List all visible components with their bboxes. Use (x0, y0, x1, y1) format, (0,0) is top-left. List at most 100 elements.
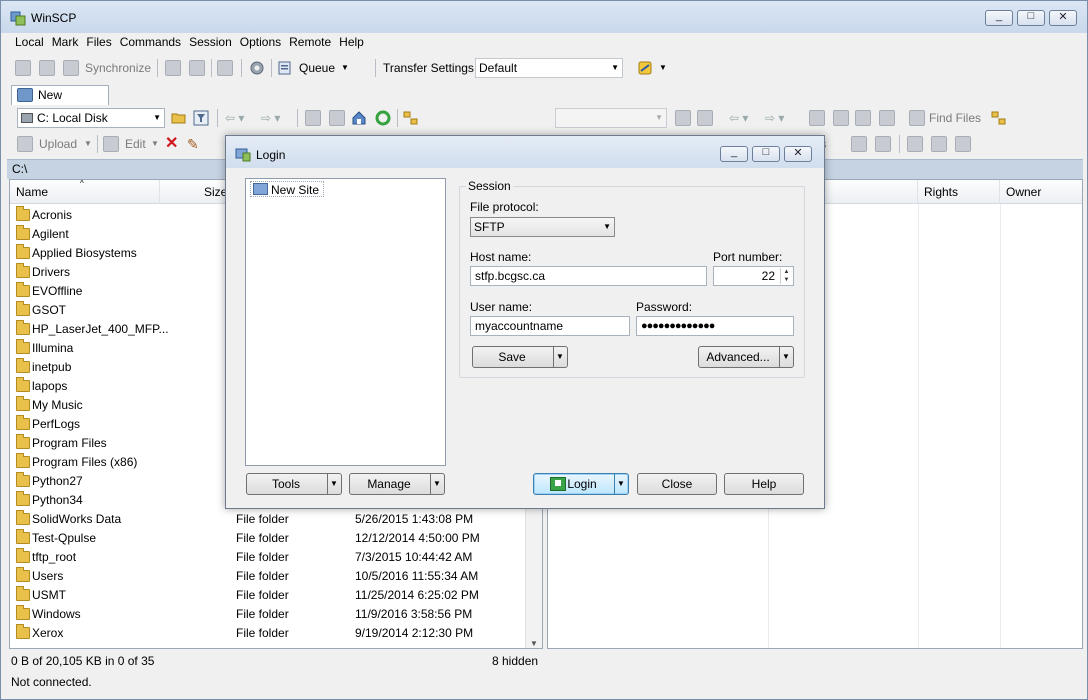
maximize-button[interactable]: □ (1017, 10, 1045, 26)
putty-icon[interactable] (189, 60, 205, 76)
scroll-down-icon[interactable]: ▼ (530, 639, 538, 648)
preferences-dropdown-icon[interactable]: ▼ (659, 57, 667, 79)
back-icon[interactable]: ⇦ ▾ (225, 107, 244, 129)
port-spinner[interactable]: ▲ ▼ (780, 268, 792, 284)
login-button[interactable]: Login (533, 473, 629, 495)
remote-back-icon[interactable]: ⇦ ▾ (729, 107, 748, 129)
queue-icon[interactable] (277, 60, 293, 76)
table-row[interactable]: SolidWorks Data File folder 5/26/2015 1:43… (10, 510, 525, 529)
password-input[interactable]: ●●●●●●●●●●●●● (636, 316, 794, 336)
site-item-new-site[interactable]: New Site (250, 181, 325, 197)
help-button[interactable]: Help (724, 473, 804, 495)
forward-icon[interactable]: ⇨ ▾ (261, 107, 280, 129)
filter-icon[interactable] (193, 110, 209, 126)
open-folder-icon[interactable] (171, 110, 187, 126)
advanced-dropdown-icon[interactable] (779, 347, 793, 367)
minimize-button[interactable]: _ (985, 10, 1013, 26)
upload-button[interactable]: Upload (39, 133, 77, 155)
remote-refresh-icon[interactable] (879, 110, 895, 126)
synchronize-button[interactable]: Synchronize (85, 57, 151, 79)
port-number-input[interactable]: 22 ▲ ▼ (713, 266, 794, 286)
console-icon[interactable] (165, 60, 181, 76)
tab-new-session[interactable]: New Session (11, 85, 109, 121)
remote-parent-icon[interactable] (809, 110, 825, 126)
status-hidden-count[interactable]: 8 hidden (492, 654, 538, 668)
login-minimize-button[interactable]: _ (720, 146, 748, 162)
column-header-size[interactable]: Size (160, 180, 230, 204)
edit-icon[interactable] (103, 136, 119, 152)
host-name-input[interactable]: stfp.bcgsc.ca (470, 266, 707, 286)
user-name-input[interactable]: myaccountname (470, 316, 630, 336)
site-tree[interactable]: New Site (245, 178, 446, 466)
remote-root-icon[interactable] (833, 110, 849, 126)
gear-icon[interactable] (249, 60, 265, 76)
manage-dropdown-icon[interactable] (430, 474, 444, 494)
parent-dir-icon[interactable] (305, 110, 321, 126)
table-row[interactable]: Users File folder 10/5/2016 11:55:34 AM (10, 567, 525, 586)
close-button[interactable]: Close (637, 473, 717, 495)
menu-options[interactable]: Options (236, 33, 285, 51)
advanced-button[interactable]: Advanced... (698, 346, 794, 368)
synchronize-icon[interactable] (63, 60, 79, 76)
save-button[interactable]: Save (472, 346, 568, 368)
local-drive-select[interactable]: C: Local Disk ▼ (17, 108, 165, 128)
minus-icon[interactable] (931, 136, 947, 152)
rename-icon[interactable]: ✎ (187, 133, 199, 155)
find-files-icon[interactable] (909, 110, 925, 126)
tools-button[interactable]: Tools (246, 473, 342, 495)
plus-icon[interactable] (907, 136, 923, 152)
column-header-rights[interactable]: Rights (918, 180, 1000, 204)
table-row[interactable]: Test-Qpulse File folder 12/12/2014 4:50:00… (10, 529, 525, 548)
remote-dir-select[interactable]: ▼ (555, 108, 667, 128)
remote-properties-icon[interactable] (851, 136, 867, 152)
terminal-icon[interactable] (217, 60, 233, 76)
menu-local[interactable]: Local (11, 33, 48, 51)
remote-open-folder-icon[interactable] (675, 110, 691, 126)
tree-toggle-icon[interactable] (403, 110, 419, 126)
column-header-owner[interactable]: Owner (1000, 180, 1082, 204)
select-filter-icon[interactable] (955, 136, 971, 152)
compare-dirs-icon[interactable] (15, 60, 31, 76)
menu-help[interactable]: Help (335, 33, 368, 51)
save-dropdown-icon[interactable] (553, 347, 567, 367)
close-window-button[interactable]: ✕ (1049, 10, 1077, 26)
home-icon[interactable] (351, 110, 367, 126)
sync-browse-icon[interactable] (39, 60, 55, 76)
file-protocol-select[interactable]: SFTP ▼ (470, 217, 615, 237)
login-close-window-button[interactable]: ✕ (784, 146, 812, 162)
find-files-button[interactable]: Find Files (929, 107, 981, 129)
root-dir-icon[interactable] (329, 110, 345, 126)
login-dialog-title-bar[interactable]: Login _ □ ✕ (226, 136, 824, 168)
upload-icon[interactable] (17, 136, 33, 152)
menu-files[interactable]: Files (82, 33, 115, 51)
table-row[interactable]: USMT File folder 11/25/2014 6:25:02 PM (10, 586, 525, 605)
upload-dropdown-icon[interactable]: ▼ (84, 133, 92, 155)
title-bar[interactable]: WinSCP _ □ ✕ (1, 1, 1087, 33)
column-header-name[interactable]: Name ^ (10, 180, 160, 204)
remote-new-icon[interactable] (875, 136, 891, 152)
login-maximize-button[interactable]: □ (752, 146, 780, 162)
refresh-icon[interactable] (375, 110, 391, 126)
folder-icon (16, 339, 30, 354)
remote-filter-icon[interactable] (697, 110, 713, 126)
queue-dropdown-icon[interactable]: ▼ (341, 57, 349, 79)
table-row[interactable]: Windows File folder 11/9/2016 3:58:56 PM (10, 605, 525, 624)
remote-forward-icon[interactable]: ⇨ ▾ (765, 107, 784, 129)
manage-button[interactable]: Manage (349, 473, 445, 495)
table-row[interactable]: Xerox File folder 9/19/2014 2:12:30 PM (10, 624, 525, 643)
menu-session[interactable]: Session (185, 33, 236, 51)
table-row[interactable]: tftp_root File folder 7/3/2015 10:44:42 AM (10, 548, 525, 567)
remote-home-icon[interactable] (855, 110, 871, 126)
menu-remote[interactable]: Remote (285, 33, 335, 51)
menu-commands[interactable]: Commands (116, 33, 185, 51)
menu-mark[interactable]: Mark (48, 33, 83, 51)
queue-button[interactable]: Queue (299, 57, 335, 79)
edit-button[interactable]: Edit (125, 133, 146, 155)
transfer-settings-select[interactable]: Default ▼ (475, 58, 623, 78)
tools-dropdown-icon[interactable] (327, 474, 341, 494)
login-dropdown-icon[interactable] (614, 474, 628, 494)
edit-dropdown-icon[interactable]: ▼ (151, 133, 159, 155)
delete-icon[interactable]: ✕ (165, 133, 178, 155)
preferences-icon[interactable] (637, 60, 653, 76)
remote-tree-icon[interactable] (991, 110, 1007, 126)
